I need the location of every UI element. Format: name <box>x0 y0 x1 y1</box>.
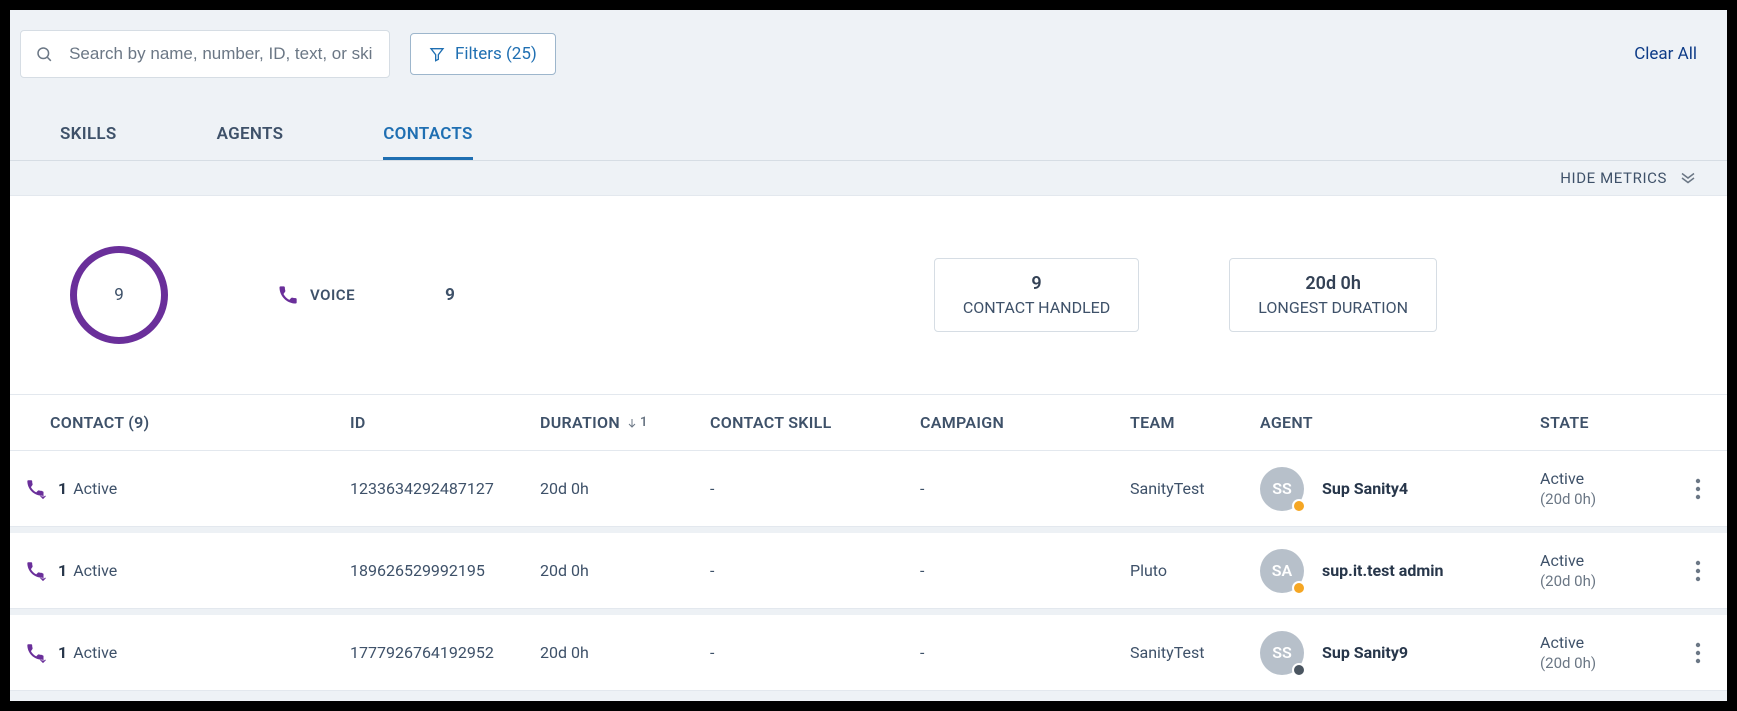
table-body: 1 Active 1233634292487127 20d 0h - - San… <box>10 451 1727 691</box>
tab-agents[interactable]: AGENTS <box>217 108 284 160</box>
inbound-call-icon <box>26 479 46 499</box>
cell-team: Pluto <box>1130 561 1260 580</box>
filters-label: Filters (25) <box>455 44 537 64</box>
status-badge <box>1292 499 1306 513</box>
cell-duration: 20d 0h <box>540 561 710 580</box>
total-ring: 9 <box>70 246 168 344</box>
row-menu-button[interactable] <box>1680 467 1716 511</box>
col-team[interactable]: TEAM <box>1130 413 1260 432</box>
cell-team: SanityTest <box>1130 479 1260 498</box>
metric-card-longest: 20d 0h LONGEST DURATION <box>1229 258 1437 332</box>
sort-number: 1 <box>640 415 648 430</box>
sort-indicator: 1 <box>626 415 648 430</box>
metric-card-handled: 9 CONTACT HANDLED <box>934 258 1139 332</box>
contact-count: 1 <box>58 643 67 662</box>
avatar: SS <box>1260 631 1304 675</box>
cell-id: 1233634292487127 <box>350 479 540 498</box>
col-agent[interactable]: AGENT <box>1260 413 1540 432</box>
state-duration: (20d 0h) <box>1540 490 1680 508</box>
table-row[interactable]: 1 Active 1233634292487127 20d 0h - - San… <box>10 451 1727 527</box>
row-menu-button[interactable] <box>1680 631 1716 675</box>
toolbar: Filters (25) Clear All <box>10 10 1727 98</box>
filters-button[interactable]: Filters (25) <box>410 33 556 75</box>
avatar: SS <box>1260 467 1304 511</box>
chevron-double-down-icon <box>1679 171 1697 185</box>
clear-all-link[interactable]: Clear All <box>1624 44 1707 64</box>
status-badge <box>1292 663 1306 677</box>
search-box[interactable] <box>20 30 390 78</box>
agent-name: Sup Sanity4 <box>1322 479 1408 498</box>
cell-team: SanityTest <box>1130 643 1260 662</box>
col-state[interactable]: STATE <box>1540 413 1680 432</box>
voice-metric: VOICE 9 <box>278 285 455 305</box>
contact-status: Active <box>73 561 117 580</box>
cell-id: 189626529992195 <box>350 561 540 580</box>
more-vertical-icon <box>1695 560 1701 582</box>
voice-value: 9 <box>445 285 455 305</box>
state-duration: (20d 0h) <box>1540 654 1680 672</box>
more-vertical-icon <box>1695 478 1701 500</box>
metrics-toggle-row: HIDE METRICS <box>10 161 1727 195</box>
cell-id: 1777926764192952 <box>350 643 540 662</box>
cell-duration: 20d 0h <box>540 643 710 662</box>
cell-duration: 20d 0h <box>540 479 710 498</box>
row-menu-button[interactable] <box>1680 549 1716 593</box>
state-duration: (20d 0h) <box>1540 572 1680 590</box>
contact-count: 1 <box>58 479 67 498</box>
metrics-panel: 9 VOICE 9 9 CONTACT HANDLED 20d 0h LONGE… <box>10 195 1727 395</box>
phone-icon <box>278 285 298 305</box>
cell-campaign: - <box>920 479 1130 498</box>
cell-campaign: - <box>920 561 1130 580</box>
col-duration[interactable]: DURATION 1 <box>540 413 710 432</box>
cell-state: Active (20d 0h) <box>1540 551 1680 590</box>
voice-label: VOICE <box>310 286 355 304</box>
cell-agent: SS Sup Sanity9 <box>1260 631 1540 675</box>
hide-metrics-button[interactable]: HIDE METRICS <box>1560 169 1667 187</box>
tabs: SKILLS AGENTS CONTACTS <box>10 108 1727 161</box>
state-label: Active <box>1540 633 1680 652</box>
total-ring-value: 9 <box>114 285 124 305</box>
contact-count: 1 <box>58 561 67 580</box>
cell-agent: SA sup.it.test admin <box>1260 549 1540 593</box>
inbound-call-icon <box>26 643 46 663</box>
metric-longest-value: 20d 0h <box>1258 273 1408 294</box>
table-row[interactable]: 1 Active 189626529992195 20d 0h - - Plut… <box>10 533 1727 609</box>
table-row[interactable]: 1 Active 1777926764192952 20d 0h - - San… <box>10 615 1727 691</box>
metric-longest-label: LONGEST DURATION <box>1258 298 1408 317</box>
more-vertical-icon <box>1695 642 1701 664</box>
cell-campaign: - <box>920 643 1130 662</box>
metric-handled-value: 9 <box>963 273 1110 294</box>
col-campaign[interactable]: CAMPAIGN <box>920 413 1130 432</box>
col-id[interactable]: ID <box>350 413 540 432</box>
search-input[interactable] <box>67 43 375 65</box>
tab-contacts[interactable]: CONTACTS <box>383 108 472 160</box>
state-label: Active <box>1540 551 1680 570</box>
col-duration-label: DURATION <box>540 413 620 432</box>
contact-status: Active <box>73 479 117 498</box>
cell-state: Active (20d 0h) <box>1540 633 1680 672</box>
search-icon <box>35 44 53 64</box>
avatar: SA <box>1260 549 1304 593</box>
cell-skill: - <box>710 643 920 662</box>
cell-skill: - <box>710 479 920 498</box>
agent-name: Sup Sanity9 <box>1322 643 1408 662</box>
tab-skills[interactable]: SKILLS <box>60 108 117 160</box>
cell-agent: SS Sup Sanity4 <box>1260 467 1540 511</box>
metric-handled-label: CONTACT HANDLED <box>963 298 1110 317</box>
status-badge <box>1292 581 1306 595</box>
table-header: CONTACT (9) ID DURATION 1 CONTACT SKILL … <box>10 395 1727 451</box>
arrow-down-icon <box>626 417 638 429</box>
inbound-call-icon <box>26 561 46 581</box>
state-label: Active <box>1540 469 1680 488</box>
cell-state: Active (20d 0h) <box>1540 469 1680 508</box>
filter-icon <box>429 46 445 62</box>
agent-name: sup.it.test admin <box>1322 561 1443 580</box>
contact-status: Active <box>73 643 117 662</box>
cell-skill: - <box>710 561 920 580</box>
col-skill[interactable]: CONTACT SKILL <box>710 413 920 432</box>
col-contact[interactable]: CONTACT (9) <box>10 413 350 432</box>
